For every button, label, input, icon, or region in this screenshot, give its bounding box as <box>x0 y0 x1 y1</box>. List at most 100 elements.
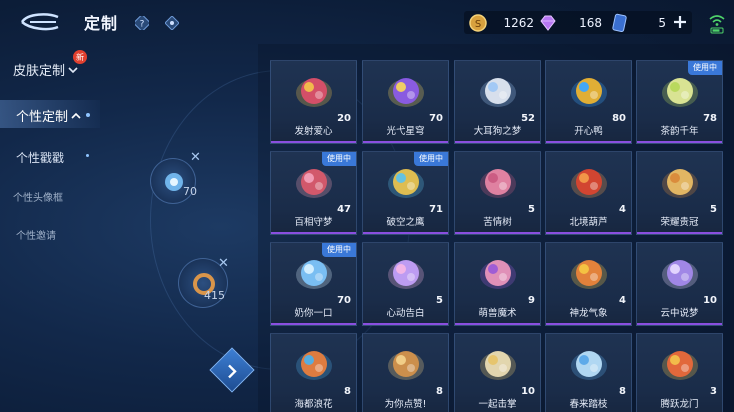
new-badge: 新 <box>73 50 87 64</box>
in-use-badge: 使用中 <box>688 61 722 75</box>
crystal-heart-icon <box>388 260 424 289</box>
nav-skin-custom-label: 皮肤定制 <box>13 64 66 79</box>
gold-amount: 1262 <box>503 15 534 30</box>
item-name: 云中说梦 <box>660 308 699 319</box>
item-card[interactable]: 5 荣耀贵冠 <box>636 151 723 235</box>
in-use-badge: 使用中 <box>322 152 356 166</box>
close-icon[interactable]: ✕ <box>218 256 229 271</box>
nav-stamp-dot <box>86 154 89 157</box>
item-name: 开心鸭 <box>574 126 603 137</box>
item-name: 百相守梦 <box>294 217 333 228</box>
item-name: 神龙气象 <box>569 308 608 319</box>
gear-icon[interactable] <box>164 15 180 31</box>
swallow-icon <box>571 351 607 380</box>
cinnamoroll-icon <box>480 78 516 107</box>
close-icon[interactable]: ✕ <box>190 150 201 165</box>
sky-eagle-icon <box>388 169 424 198</box>
item-name: 一起击掌 <box>478 399 517 410</box>
item-card[interactable]: 78 茶韵千年 使用中 <box>636 60 723 144</box>
nav-skin-custom[interactable]: 皮肤定制 <box>13 60 78 79</box>
ticket-amount: 5 <box>658 15 666 30</box>
nav-personal-custom-label: 个性定制 <box>16 110 69 125</box>
nav-invite[interactable]: 个性邀请 <box>16 227 56 242</box>
plus-icon <box>674 16 686 28</box>
ice-crystal-icon <box>296 260 332 289</box>
card-underline <box>271 323 356 325</box>
card-underline <box>363 141 448 143</box>
svg-text:S: S <box>475 19 481 30</box>
card-underline <box>455 141 540 143</box>
item-card[interactable]: 71 破空之鹰 使用中 <box>362 151 449 235</box>
item-name: 大耳狗之梦 <box>473 126 522 137</box>
gold-currency: S 1262 <box>468 11 534 34</box>
item-card[interactable]: 5 心动告白 <box>362 242 449 326</box>
item-name: 腾跃龙门 <box>660 399 699 410</box>
gem-currency: 168 <box>538 11 602 34</box>
item-card[interactable]: 10 一起击掌 <box>454 333 541 412</box>
starfish-icon <box>296 351 332 380</box>
card-underline <box>546 232 631 234</box>
card-underline <box>546 323 631 325</box>
glory-crown-icon <box>662 169 698 198</box>
item-name: 破空之鹰 <box>386 217 425 228</box>
item-grid-panel: 20 发射爱心 70 光弋星穹 52 大耳狗之梦 80 开心鸭 78 茶韵千年 使用中 47 百相守梦使… <box>258 44 734 412</box>
card-underline <box>637 232 722 234</box>
nav-personal-stamp[interactable]: 个性戳戳 <box>16 149 64 166</box>
magic-bunny-icon <box>480 260 516 289</box>
item-name: 苦情树 <box>483 217 512 228</box>
item-card[interactable]: 47 百相守梦 使用中 <box>270 151 357 235</box>
item-card[interactable]: 8 海都浪花 <box>270 333 357 412</box>
item-name: 奶你一口 <box>294 308 333 319</box>
currency-bar: S 1262 168 5 <box>464 11 692 34</box>
card-underline <box>363 232 448 234</box>
item-card[interactable]: 8 春来踏枝 <box>545 333 632 412</box>
card-underline <box>455 323 540 325</box>
svg-text:?: ? <box>140 20 145 30</box>
ice-crystal-icon <box>165 173 183 191</box>
gourd-icon <box>571 169 607 198</box>
item-name: 心动告白 <box>386 308 425 319</box>
item-name: 光弋星穹 <box>386 126 425 137</box>
gem-amount: 168 <box>579 15 602 30</box>
item-card[interactable]: 10 云中说梦 <box>636 242 723 326</box>
card-underline <box>363 323 448 325</box>
item-card[interactable]: 70 奶你一口 使用中 <box>270 242 357 326</box>
bitter-tree-icon <box>480 169 516 198</box>
item-name: 海都浪花 <box>294 399 333 410</box>
starry-crown-icon <box>388 78 424 107</box>
item-card[interactable]: 70 光弋星穹 <box>362 60 449 144</box>
item-card[interactable]: 3 腾跃龙门 <box>636 333 723 412</box>
nav-personal-custom[interactable]: 个性定制 <box>16 106 81 125</box>
item-card[interactable]: 4 北境葫芦 <box>545 151 632 235</box>
item-card[interactable]: 52 大耳狗之梦 <box>454 60 541 144</box>
back-arrow-icon <box>20 13 59 31</box>
happy-duck-icon <box>571 78 607 107</box>
item-card[interactable]: 20 发射爱心 <box>270 60 357 144</box>
chevron-right-icon <box>228 364 237 379</box>
ticket-icon <box>612 13 627 32</box>
gem-icon <box>540 15 556 31</box>
koi-icon <box>662 351 698 380</box>
gold-coin-icon: S <box>469 13 487 32</box>
item-name: 为你点赞! <box>384 399 427 410</box>
item-card[interactable]: 5 苦情树 <box>454 151 541 235</box>
item-name: 荣耀贵冠 <box>660 217 699 228</box>
item-name: 春来踏枝 <box>569 399 608 410</box>
add-currency-button[interactable] <box>672 14 688 30</box>
item-card[interactable]: 9 萌兽魔术 <box>454 242 541 326</box>
back-button[interactable] <box>18 9 62 35</box>
card-underline <box>637 141 722 143</box>
in-use-badge: 使用中 <box>322 243 356 257</box>
page-title: 定制 <box>84 14 119 33</box>
in-use-badge: 使用中 <box>414 152 448 166</box>
floating-item-1-count: 70 <box>183 185 197 198</box>
item-name: 发射爱心 <box>294 126 333 137</box>
dragon-flame-icon <box>571 260 607 289</box>
help-icon[interactable]: ? <box>132 13 152 33</box>
bell-icon <box>388 351 424 380</box>
item-card[interactable]: 4 神龙气象 <box>545 242 632 326</box>
card-underline <box>455 232 540 234</box>
item-card[interactable]: 8 为你点赞! <box>362 333 449 412</box>
item-card[interactable]: 80 开心鸭 <box>545 60 632 144</box>
nav-avatar-frame[interactable]: 个性头像框 <box>13 189 63 204</box>
